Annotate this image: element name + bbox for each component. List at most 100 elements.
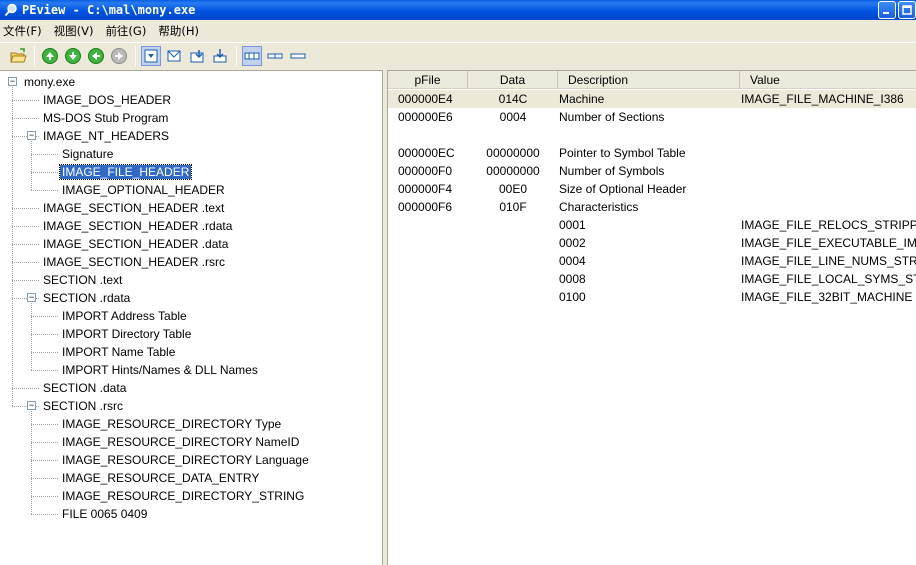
tree-item[interactable]: IMAGE_OPTIONAL_HEADER [60, 181, 227, 199]
title-bar[interactable]: PEview - C:\mal\mony.exe [0, 0, 916, 20]
tree-connector [31, 316, 58, 317]
tree-collapse-toggle[interactable]: − [27, 293, 36, 302]
layout-3-icon[interactable] [288, 46, 308, 66]
tree-item[interactable]: Signature [60, 145, 115, 163]
column-pfile[interactable]: pFile [388, 71, 468, 89]
tree-item[interactable]: SECTION .text [41, 271, 124, 289]
forward-icon[interactable] [63, 46, 83, 66]
layout-2-icon[interactable] [265, 46, 285, 66]
menu-view[interactable]: 视图(V) [48, 23, 100, 39]
tree-item[interactable]: IMPORT Directory Table [60, 325, 193, 343]
tree-item-label: IMAGE_RESOURCE_DATA_ENTRY [62, 471, 260, 485]
tree-item[interactable]: IMAGE_RESOURCE_DIRECTORY_STRING [60, 487, 306, 505]
tree-item[interactable]: MS-DOS Stub Program [41, 109, 170, 127]
up-icon[interactable] [86, 46, 106, 66]
tree-item[interactable]: IMAGE_DOS_HEADER [41, 91, 173, 109]
cell-pfile: 000000F6 [398, 200, 453, 214]
list-row[interactable]: 000000F4 00E0 Size of Optional Header [388, 180, 916, 198]
list-row[interactable]: 000000E4 014C Machine IMAGE_FILE_MACHINE_I3… [388, 90, 916, 108]
list-row[interactable]: 000000EC 00000000 Pointer to Symbol Table [388, 144, 916, 162]
tree-item-label: IMPORT Hints/Names & DLL Names [62, 363, 258, 377]
tree-item[interactable]: mony.exe [22, 73, 77, 91]
cell-description: Number of Sections [559, 110, 665, 124]
magnifier-app-icon [4, 3, 18, 17]
tree-connector [12, 118, 39, 119]
tree-item[interactable]: IMAGE_SECTION_HEADER .rdata [41, 217, 234, 235]
column-value[interactable]: Value [740, 71, 916, 89]
list-row[interactable]: 0004 IMAGE_FILE_LINE_NUMS_STRIPPED [388, 252, 916, 270]
minimize-button[interactable] [878, 1, 896, 19]
tree-item-label: SECTION .data [43, 381, 127, 395]
tree-item-label: IMAGE_RESOURCE_DIRECTORY NameID [62, 435, 300, 449]
maximize-button[interactable] [898, 1, 916, 19]
tree-connector [31, 172, 58, 173]
tree-item-label: IMAGE_SECTION_HEADER .rdata [43, 219, 233, 233]
tree-connector [31, 460, 58, 461]
list-row[interactable]: 000000F6 010F Characteristics [388, 198, 916, 216]
column-data[interactable]: Data [468, 71, 558, 89]
tree-item[interactable]: SECTION .rsrc [41, 397, 125, 415]
cell-description: Machine [559, 92, 605, 106]
cell-value: IMAGE_FILE_EXECUTABLE_IMAGE [741, 236, 916, 250]
tree-item[interactable]: IMAGE_FILE_HEADER [58, 163, 193, 181]
tree-item-label: IMPORT Name Table [62, 345, 176, 359]
cell-data: 014C [498, 92, 528, 106]
tree-item[interactable]: IMAGE_SECTION_HEADER .data [41, 235, 230, 253]
detail-pane[interactable]: pFile Data Description Value 000000E4 014… [387, 70, 916, 565]
cell-pfile: 000000F4 [398, 182, 453, 196]
tree-item[interactable]: IMAGE_SECTION_HEADER .text [41, 199, 226, 217]
cell-data: 00E0 [498, 182, 528, 196]
list-row[interactable]: 0008 IMAGE_FILE_LOCAL_SYMS_STRIPPED [388, 270, 916, 288]
cell-data: 0004 [499, 110, 527, 124]
tree-pane[interactable]: mony.exe − IMAGE_DOS_HEADER MS-DOS Stub Pro… [0, 70, 383, 565]
tree-collapse-toggle[interactable]: − [27, 401, 36, 410]
cell-value: IMAGE_FILE_MACHINE_I386 [741, 92, 904, 106]
tree-item[interactable]: IMAGE_RESOURCE_DIRECTORY Type [60, 415, 283, 433]
menu-help[interactable]: 帮助(H) [152, 23, 205, 39]
tree-item-label: SECTION .rsrc [43, 399, 123, 413]
view-2-icon[interactable] [164, 46, 184, 66]
cell-data: 00000000 [486, 146, 540, 160]
tree-item[interactable]: IMPORT Name Table [60, 343, 177, 361]
tree-item[interactable]: FILE 0065 0409 [60, 505, 149, 523]
list-row[interactable] [388, 126, 916, 144]
column-description[interactable]: Description [558, 71, 740, 89]
next-icon[interactable] [109, 46, 129, 66]
list-row[interactable]: 000000E6 0004 Number of Sections [388, 108, 916, 126]
view-4-icon[interactable] [210, 46, 230, 66]
toolbar [0, 42, 916, 68]
tree-item-label: SECTION .text [43, 273, 123, 287]
list-row[interactable]: 0002 IMAGE_FILE_EXECUTABLE_IMAGE [388, 234, 916, 252]
cell-pfile: 000000F0 [398, 164, 453, 178]
tree-item-label: mony.exe [24, 75, 76, 89]
tree-item-label: FILE 0065 0409 [62, 507, 148, 521]
tree-item[interactable]: SECTION .data [41, 379, 128, 397]
tree-item[interactable]: SECTION .rdata [41, 289, 132, 307]
tree-collapse-toggle[interactable]: − [8, 77, 17, 86]
tree-item[interactable]: IMPORT Hints/Names & DLL Names [60, 361, 260, 379]
tree-item[interactable]: IMAGE_RESOURCE_DATA_ENTRY [60, 469, 261, 487]
tree-collapse-toggle[interactable]: − [27, 131, 36, 140]
list-row[interactable]: 0100 IMAGE_FILE_32BIT_MACHINE [388, 288, 916, 306]
menu-go[interactable]: 前往(G) [99, 23, 152, 39]
view-3-icon[interactable] [187, 46, 207, 66]
layout-1-icon[interactable] [242, 45, 262, 66]
tree-item[interactable]: IMPORT Address Table [60, 307, 189, 325]
cell-pfile: 000000E6 [398, 110, 453, 124]
tree-item[interactable]: IMAGE_NT_HEADERS [41, 127, 171, 145]
tree-connector [31, 334, 58, 335]
window-title: PEview - C:\mal\mony.exe [22, 3, 196, 17]
back-icon[interactable] [40, 46, 60, 66]
view-1-icon[interactable] [141, 45, 161, 66]
tree-connector [31, 424, 58, 425]
tree-item[interactable]: IMAGE_RESOURCE_DIRECTORY Language [60, 451, 311, 469]
tree-item[interactable]: IMAGE_SECTION_HEADER .rsrc [41, 253, 227, 271]
tree-connector [31, 141, 32, 190]
tree-item[interactable]: IMAGE_RESOURCE_DIRECTORY NameID [60, 433, 301, 451]
list-row[interactable]: 000000F0 00000000 Number of Symbols [388, 162, 916, 180]
menu-file[interactable]: 文件(F) [0, 23, 48, 39]
tree-connector [12, 262, 39, 263]
list-row[interactable]: 0001 IMAGE_FILE_RELOCS_STRIPPED [388, 216, 916, 234]
open-file-icon[interactable] [8, 46, 28, 66]
cell-data: 010F [499, 200, 527, 214]
